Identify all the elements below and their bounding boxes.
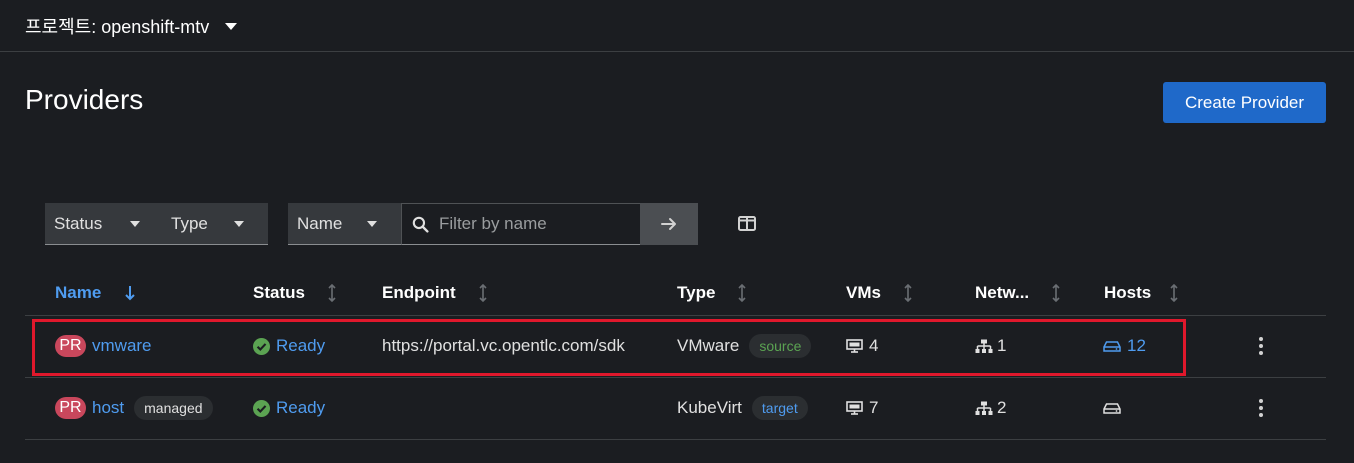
table-row-name: PR host managed xyxy=(55,396,213,420)
search-field[interactable] xyxy=(401,203,641,245)
column-header-endpoint[interactable]: Endpoint xyxy=(382,283,488,303)
column-header-name[interactable]: Name xyxy=(55,283,136,303)
name-filter-dropdown[interactable]: Name xyxy=(288,203,401,245)
check-circle-icon xyxy=(253,399,270,417)
column-header-hosts[interactable]: Hosts xyxy=(1104,283,1179,303)
server-icon xyxy=(1103,402,1121,414)
sort-down-icon xyxy=(125,285,136,301)
status-filter-dropdown[interactable]: Status xyxy=(45,203,162,245)
provider-name-link[interactable]: host xyxy=(92,398,124,418)
column-header-vms[interactable]: VMs xyxy=(846,283,913,303)
caret-down-icon xyxy=(234,221,244,227)
vm-count: 7 xyxy=(869,398,879,417)
managed-label: managed xyxy=(134,396,213,420)
network-count: 2 xyxy=(997,398,1007,417)
target-label: target xyxy=(751,396,808,420)
sort-icon xyxy=(903,284,913,302)
sort-icon xyxy=(737,284,747,302)
caret-down-icon[interactable] xyxy=(225,23,238,30)
column-header-status[interactable]: Status xyxy=(253,283,337,303)
search-input[interactable] xyxy=(439,214,629,234)
page-title: Providers xyxy=(25,84,144,115)
provider-resource-badge: PR xyxy=(55,397,86,419)
row-actions-kebab-icon[interactable] xyxy=(1258,337,1264,355)
type-filter-label: Type xyxy=(171,213,208,233)
divider xyxy=(25,377,1326,378)
name-filter-label: Name xyxy=(297,213,343,233)
project-selector[interactable]: 프로젝트: openshift-mtv xyxy=(25,13,209,39)
caret-down-icon xyxy=(130,221,140,227)
status-ready-link[interactable]: Ready xyxy=(276,398,325,418)
columns-icon xyxy=(738,215,756,231)
column-header-networks[interactable]: Netw... xyxy=(975,283,1061,303)
caret-down-icon xyxy=(367,221,377,227)
table-row-type: KubeVirt target xyxy=(677,396,808,420)
create-provider-button[interactable]: Create Provider xyxy=(1163,82,1326,123)
sort-icon xyxy=(1169,284,1179,302)
table-row-vms: 7 xyxy=(846,396,878,420)
sort-icon xyxy=(327,284,337,302)
table-row-hosts xyxy=(1103,396,1127,420)
column-header-type[interactable]: Type xyxy=(677,283,747,303)
manage-columns-button[interactable] xyxy=(737,214,757,232)
table-row-networks: 2 xyxy=(975,396,1006,420)
network-icon xyxy=(975,401,993,416)
divider xyxy=(25,315,1326,316)
arrow-right-icon xyxy=(661,218,676,230)
status-filter-label: Status xyxy=(54,213,103,233)
virtual-machine-icon xyxy=(846,401,863,415)
search-submit-button[interactable] xyxy=(640,203,698,245)
search-icon xyxy=(412,216,429,233)
provider-type: KubeVirt xyxy=(677,398,742,417)
row-highlight-box xyxy=(32,319,1186,376)
top-bar: 프로젝트: openshift-mtv xyxy=(0,0,1354,52)
divider xyxy=(25,439,1326,440)
sort-icon xyxy=(478,284,488,302)
table-row-status: Ready xyxy=(253,396,325,420)
sort-icon xyxy=(1051,284,1061,302)
type-filter-dropdown[interactable]: Type xyxy=(162,203,268,245)
row-actions-kebab-icon[interactable] xyxy=(1258,399,1264,417)
